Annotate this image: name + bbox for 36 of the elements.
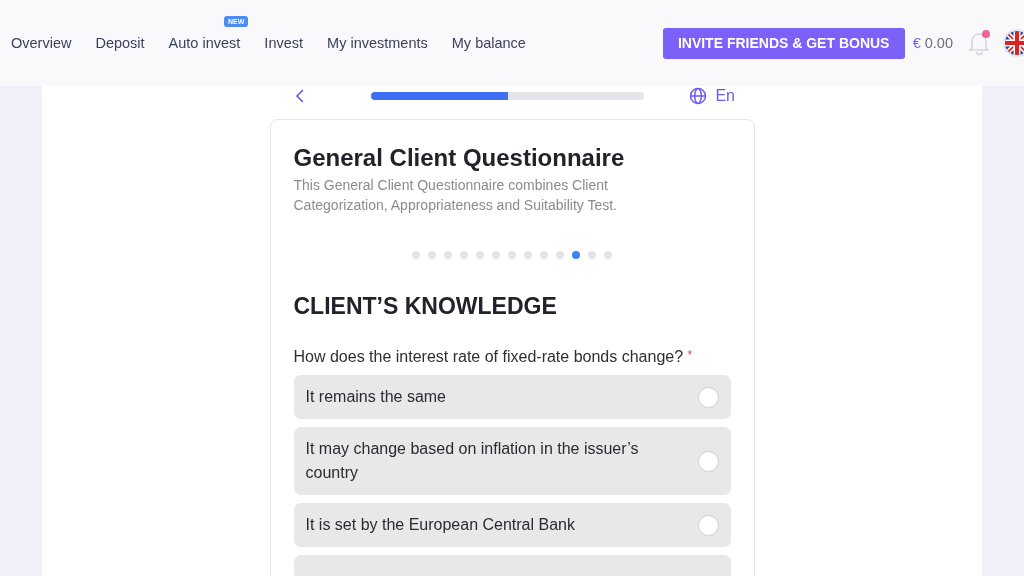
radio-button[interactable] — [697, 514, 719, 536]
answer-option[interactable]: It may change based on inflation in the issuer’s country — [293, 427, 731, 495]
step-dot[interactable] — [476, 251, 484, 259]
step-dot[interactable] — [492, 251, 500, 259]
radio-button[interactable] — [697, 386, 719, 408]
nav-link[interactable]: My investments — [327, 35, 428, 51]
nav-link[interactable]: My balance — [451, 35, 526, 51]
nav-link[interactable]: Auto invest — [168, 35, 241, 51]
questionnaire-title: General Client Questionnaire — [293, 144, 626, 172]
step-dot[interactable] — [428, 251, 436, 259]
question-text: How does the interest rate of fixed-rate bonds change? — [293, 348, 684, 365]
answer-option[interactable]: It is set by the European Central Bank — [293, 503, 731, 547]
back-icon[interactable] — [294, 88, 306, 104]
step-dot[interactable] — [508, 251, 516, 259]
step-dot[interactable] — [412, 251, 420, 259]
radio-button[interactable] — [697, 450, 719, 472]
invite-button[interactable]: INVITE FRIENDS & GET BONUS — [662, 27, 905, 59]
language-button[interactable]: En — [689, 87, 735, 105]
step-dot[interactable] — [524, 251, 532, 259]
step-dot[interactable] — [572, 251, 580, 259]
balance-amount: € 0.00 — [912, 35, 953, 51]
step-dot[interactable] — [540, 251, 548, 259]
step-dot[interactable] — [444, 251, 452, 259]
answer-option[interactable]: It remains the same — [293, 375, 731, 419]
step-dot[interactable] — [604, 251, 612, 259]
nav-link[interactable]: Overview — [11, 35, 72, 51]
section-heading: CLIENT’S KNOWLEDGE — [293, 293, 558, 320]
flag-icon[interactable] — [1002, 28, 1024, 58]
step-dot[interactable] — [588, 251, 596, 259]
questionnaire-description: This General Client Questionnaire combines Client Categorization, Appropriateness and Suitability Test. — [293, 176, 618, 215]
nav-link[interactable]: Deposit — [95, 35, 145, 51]
bell-icon[interactable] — [967, 29, 993, 57]
step-dot[interactable] — [460, 251, 468, 259]
step-dot[interactable] — [556, 251, 564, 259]
required-mark: * — [687, 348, 693, 362]
nav-link[interactable]: Invest — [264, 35, 304, 51]
